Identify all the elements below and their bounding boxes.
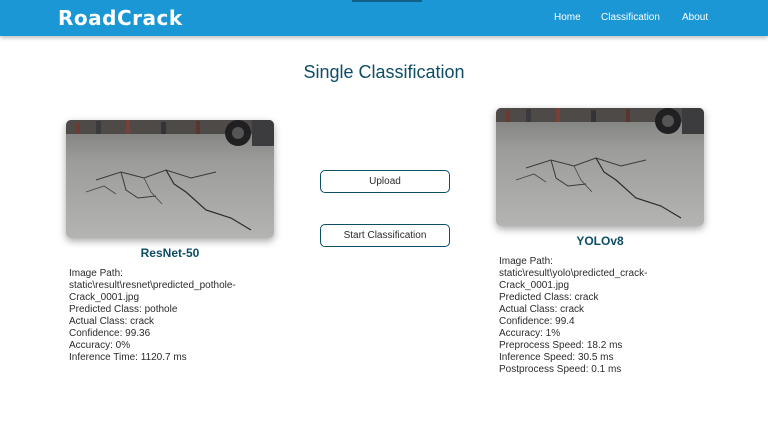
nav-link-home[interactable]: Home bbox=[554, 12, 581, 23]
yolo-info-line: Inference Speed: 30.5 ms bbox=[499, 352, 614, 363]
yolo-info-line: Accuracy: 1% bbox=[499, 328, 561, 339]
resnet-info-line: Inference Time: 1120.7 ms bbox=[69, 352, 187, 363]
yolo-info-line: Postprocess Speed: 0.1 ms bbox=[499, 364, 622, 375]
resnet-info-line: Image Path: bbox=[69, 268, 123, 279]
yolo-info-line: Image Path: bbox=[499, 256, 553, 267]
resnet-info-line: Crack_0001.jpg bbox=[69, 292, 140, 303]
yolo-info-line: Predicted Class: crack bbox=[499, 292, 599, 303]
yolo-info-line: Actual Class: crack bbox=[499, 304, 585, 315]
resnet-info: Image Path: static\result\resnet\predict… bbox=[69, 268, 259, 364]
resnet-info-line: Accuracy: 0% bbox=[69, 340, 131, 351]
yolo-info-line: Preprocess Speed: 18.2 ms bbox=[499, 340, 623, 351]
yolo-title: YOLOv8 bbox=[576, 234, 624, 248]
resnet-info-line: static\result\resnet\predicted_pothole- bbox=[69, 280, 236, 291]
resnet-info-line: Predicted Class: pothole bbox=[69, 304, 178, 315]
resnet-info-line: Confidence: 99.36 bbox=[69, 328, 151, 339]
upload-button[interactable]: Upload bbox=[320, 170, 450, 193]
navbar: RoadCrack Home Classification About bbox=[0, 0, 768, 36]
page-title: Single Classification bbox=[303, 62, 465, 82]
yolo-info-line: Crack_0001.jpg bbox=[499, 280, 570, 291]
yolo-result-image bbox=[496, 108, 704, 226]
yolo-info-line: static\result\yolo\predicted_crack- bbox=[499, 268, 648, 279]
resnet-info-line: Actual Class: crack bbox=[69, 316, 155, 327]
nav-link-classification[interactable]: Classification bbox=[601, 12, 660, 23]
resnet-result-image bbox=[66, 120, 274, 238]
resnet-title: ResNet-50 bbox=[140, 246, 200, 260]
navbar-accent-line bbox=[352, 0, 422, 2]
start-classification-button[interactable]: Start Classification bbox=[320, 224, 450, 247]
nav-link-about[interactable]: About bbox=[682, 12, 708, 23]
yolo-info-line: Confidence: 99.4 bbox=[499, 316, 575, 327]
brand-logo[interactable]: RoadCrack bbox=[58, 6, 183, 30]
yolo-info: Image Path: static\result\yolo\predicted… bbox=[499, 256, 679, 376]
